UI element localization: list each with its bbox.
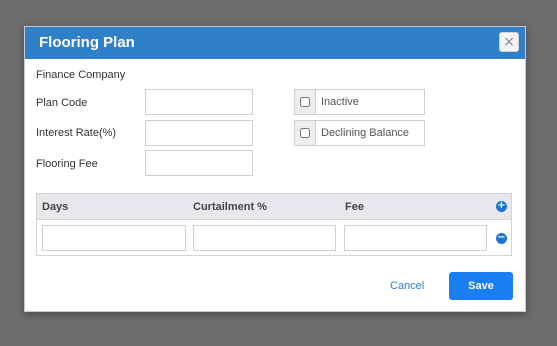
dialog-titlebar: Flooring Plan × (25, 27, 525, 59)
plus-circle-icon[interactable]: + (496, 201, 507, 212)
save-button[interactable]: Save (449, 272, 513, 300)
inactive-label: Inactive (321, 96, 359, 108)
flooring-fee-label: Flooring Fee (36, 158, 98, 170)
declining-balance-checkbox[interactable] (300, 128, 310, 138)
column-header-curtailment: Curtailment % (193, 201, 267, 213)
declining-balance-checkbox-cell (295, 121, 316, 145)
inactive-checkbox-cell (295, 90, 316, 114)
interest-rate-input[interactable] (145, 120, 253, 146)
inactive-checkbox-group[interactable]: Inactive (294, 89, 425, 115)
inactive-checkbox[interactable] (300, 97, 310, 107)
flooring-fee-input[interactable] (145, 150, 253, 176)
fee-input[interactable] (344, 225, 487, 251)
column-header-fee: Fee (345, 201, 364, 213)
curtailment-input[interactable] (193, 225, 336, 251)
minus-circle-icon[interactable]: − (496, 233, 507, 244)
declining-balance-checkbox-group[interactable]: Declining Balance (294, 120, 425, 146)
dialog-title: Flooring Plan (39, 34, 135, 51)
close-icon[interactable]: × (499, 32, 519, 52)
curtailment-grid: Days Curtailment % Fee + − (36, 193, 512, 256)
plan-code-label: Plan Code (36, 97, 88, 109)
cancel-button[interactable]: Cancel (390, 280, 424, 292)
flooring-plan-dialog: Flooring Plan × Finance Company Plan Cod… (24, 26, 526, 312)
days-input[interactable] (42, 225, 186, 251)
finance-company-label: Finance Company (36, 69, 126, 81)
interest-rate-label: Interest Rate(%) (36, 127, 117, 139)
grid-header: Days Curtailment % Fee + (37, 194, 511, 220)
declining-balance-label: Declining Balance (321, 127, 410, 139)
plan-code-input[interactable] (145, 89, 253, 115)
column-header-days: Days (42, 201, 69, 213)
